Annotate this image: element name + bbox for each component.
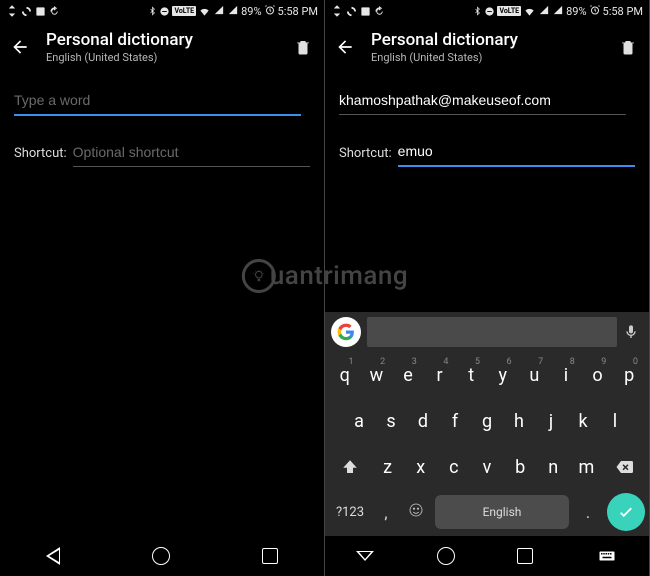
signal-icon-1 [213,5,225,18]
key-m[interactable]: m [571,447,602,487]
sync-icon [21,6,32,17]
key-v[interactable]: v [471,447,502,487]
key-n[interactable]: n [538,447,569,487]
key-e[interactable]: e3 [393,355,423,395]
shortcut-label: Shortcut: [339,146,392,167]
page-title: Personal dictionary [46,30,278,50]
refresh-icon [49,6,60,17]
phone-right: VoLTE 89% 5:58 PM Personal dictionary En… [325,0,650,576]
alarm-icon [264,4,276,19]
key-z[interactable]: z [372,447,403,487]
sync-icon [346,6,357,17]
keyboard-toggle-icon[interactable] [596,547,618,565]
backspace-key[interactable] [603,446,645,488]
nav-bar [0,536,324,576]
key-d[interactable]: d [408,401,438,441]
word-input[interactable] [14,86,301,116]
battery-text: 89% [241,5,261,18]
back-icon[interactable] [10,37,30,57]
google-icon[interactable] [331,317,361,347]
dnd-icon [484,6,495,17]
word-input[interactable] [339,86,626,115]
key-t[interactable]: t5 [456,355,486,395]
mic-icon[interactable] [623,324,639,340]
keyboard-row-3: zxcvbnm [325,444,649,490]
network-icon [331,5,343,17]
enter-key[interactable] [607,493,645,531]
signal-icon-2 [227,5,239,18]
space-key[interactable]: English [435,495,569,529]
image-icon [35,6,46,17]
dnd-icon [159,6,170,17]
network-icon [6,5,18,17]
shortcut-input[interactable] [73,138,310,167]
delete-icon[interactable] [619,38,637,56]
page-title: Personal dictionary [371,30,603,50]
battery-text: 89% [566,5,586,18]
volte-badge: VoLTE [497,6,521,16]
nav-recent-icon[interactable] [517,548,533,564]
comma-key[interactable]: , [371,503,401,522]
key-q[interactable]: q1 [330,355,360,395]
clock-text: 5:58 PM [603,5,643,18]
nav-back-icon[interactable] [356,551,374,561]
bluetooth-icon [148,5,157,17]
key-u[interactable]: u7 [520,355,550,395]
key-f[interactable]: f [440,401,470,441]
emoji-key[interactable] [401,502,431,522]
keyboard: q1w2e3r4t5y6u7i8o9p0 asdfghjkl zxcvbnm ?… [325,312,649,536]
keyboard-row-1: q1w2e3r4t5y6u7i8o9p0 [325,352,649,398]
nav-home-icon[interactable] [152,547,170,565]
key-s[interactable]: s [376,401,406,441]
nav-back-icon[interactable] [46,547,60,565]
key-p[interactable]: p0 [614,355,644,395]
alarm-icon [589,4,601,19]
key-g[interactable]: g [472,401,502,441]
key-k[interactable]: k [568,401,598,441]
shift-key[interactable] [329,446,371,488]
app-bar: Personal dictionary English (United Stat… [325,22,649,72]
keyboard-row-bottom: ?123 , English . [325,490,649,534]
signal-icon-1 [538,5,550,18]
key-l[interactable]: l [600,401,630,441]
signal-icon-2 [552,5,564,18]
bluetooth-icon [473,5,482,17]
nav-home-icon[interactable] [437,547,455,565]
back-icon[interactable] [335,37,355,57]
status-bar: VoLTE 89% 5:58 PM [0,0,324,22]
clock-text: 5:58 PM [278,5,318,18]
key-r[interactable]: r4 [425,355,455,395]
key-y[interactable]: y6 [488,355,518,395]
refresh-icon [374,6,385,17]
wifi-icon [198,6,211,17]
key-b[interactable]: b [505,447,536,487]
keyboard-search-bar[interactable] [367,317,617,347]
key-w[interactable]: w2 [362,355,392,395]
status-bar: VoLTE 89% 5:58 PM [325,0,649,22]
shortcut-label: Shortcut: [14,146,67,167]
key-j[interactable]: j [536,401,566,441]
app-bar: Personal dictionary English (United Stat… [0,22,324,72]
key-h[interactable]: h [504,401,534,441]
page-subtitle: English (United States) [46,51,278,64]
delete-icon[interactable] [294,38,312,56]
volte-badge: VoLTE [172,6,196,16]
wifi-icon [523,6,536,17]
key-o[interactable]: o9 [583,355,613,395]
phone-left: VoLTE 89% 5:58 PM Personal dictionary En… [0,0,325,576]
page-subtitle: English (United States) [371,51,603,64]
keyboard-row-2: asdfghjkl [325,398,649,444]
period-key[interactable]: . [573,503,603,522]
key-a[interactable]: a [344,401,374,441]
symbols-key[interactable]: ?123 [329,505,371,520]
key-i[interactable]: i8 [551,355,581,395]
key-x[interactable]: x [405,447,436,487]
nav-recent-icon[interactable] [262,548,278,564]
nav-bar [325,536,649,576]
key-c[interactable]: c [438,447,469,487]
image-icon [360,6,371,17]
shortcut-input[interactable] [398,137,635,167]
